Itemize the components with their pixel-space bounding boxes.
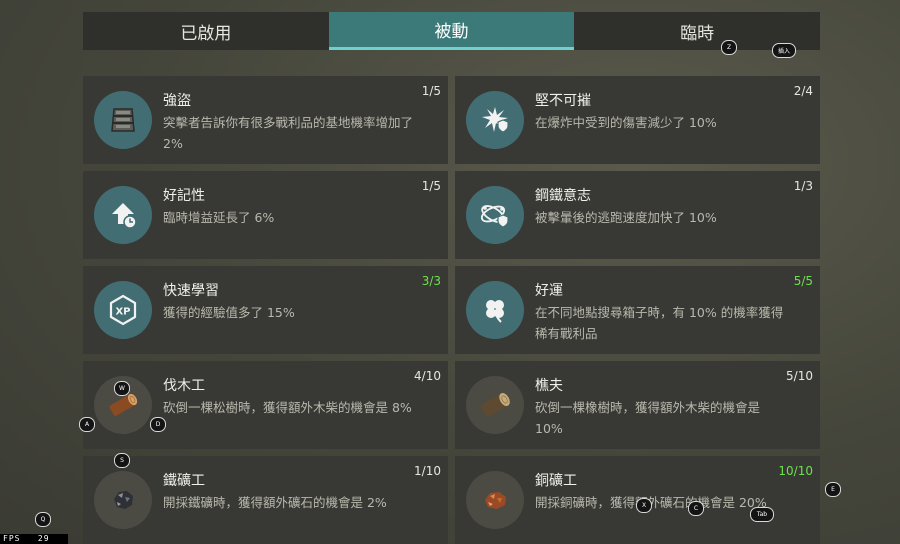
key-hint-z: Z <box>721 40 737 55</box>
key-hint-e: E <box>825 482 841 497</box>
perk-name: 強盜 <box>163 93 191 109</box>
perk-card-good-memory[interactable]: 好記性 臨時增益延長了 6% 1/5 <box>83 171 448 259</box>
perk-description: 獲得的經驗值多了 15% <box>163 305 295 320</box>
key-hint-q: Q <box>35 512 51 527</box>
stunned-shield-icon <box>466 186 524 244</box>
perk-level: 5/5 <box>793 274 813 288</box>
perk-description: 砍倒一棵松樹時，獲得額外木柴的機會是 8% <box>163 400 412 415</box>
explosion-shield-icon <box>466 91 524 149</box>
fps-counter: FPS 29 <box>0 534 68 544</box>
perk-card-iron-miner[interactable]: 鐵礦工 開採鐵礦時，獲得額外礦石的機會是 2% 1/10 <box>83 456 448 544</box>
perk-card-lumberjack[interactable]: 伐木工 砍倒一棵松樹時，獲得額外木柴的機會是 8% 4/10 <box>83 361 448 449</box>
tab-active-perks[interactable]: 已啟用 <box>83 12 329 50</box>
perk-name: 樵夫 <box>535 378 563 394</box>
perk-level: 5/10 <box>786 369 813 383</box>
clover-icon <box>466 281 524 339</box>
perk-name: 好記性 <box>163 188 205 204</box>
perk-card-iron-will[interactable]: 鋼鐵意志 被擊暈後的逃跑速度加快了 10% 1/3 <box>455 171 820 259</box>
perk-level: 1/3 <box>793 179 813 193</box>
storage-crate-icon <box>94 91 152 149</box>
copper-ore-icon <box>466 471 524 529</box>
perk-description: 開採銅礦時，獲得額外礦石的機會是 20% <box>535 495 767 510</box>
perk-level: 3/3 <box>421 274 441 288</box>
perk-description: 臨時增益延長了 6% <box>163 210 275 225</box>
key-hint-a: A <box>79 417 95 432</box>
perk-card-fast-learner[interactable]: XP 快速學習 獲得的經驗值多了 15% 3/3 <box>83 266 448 354</box>
oak-log-icon <box>466 376 524 434</box>
fps-value: 29 <box>37 534 50 543</box>
perk-name: 堅不可摧 <box>535 93 591 109</box>
tab-passive-perks[interactable]: 被動 <box>328 12 575 50</box>
key-hint-c: C <box>688 501 704 516</box>
perk-description: 在不同地點搜尋箱子時，有 10% 的機率獲得稀有戰利品 <box>535 305 784 341</box>
perk-level: 1/10 <box>414 464 441 478</box>
key-hint-insert: 插入 <box>772 43 796 58</box>
perk-tabs: 已啟用 被動 臨時 <box>83 12 820 50</box>
perk-level: 4/10 <box>414 369 441 383</box>
key-hint-w: W <box>114 381 130 396</box>
fps-label: FPS <box>3 534 21 543</box>
perk-name: 鋼鐵意志 <box>535 188 591 204</box>
key-hint-tab: Tab <box>750 507 774 522</box>
perk-card-good-luck[interactable]: 好運 在不同地點搜尋箱子時，有 10% 的機率獲得稀有戰利品 5/5 <box>455 266 820 354</box>
xp-icon: XP <box>94 281 152 339</box>
up-arrow-clock-icon <box>94 186 152 244</box>
key-hint-x: X <box>636 498 652 513</box>
perk-card-indestructible[interactable]: 堅不可摧 在爆炸中受到的傷害減少了 10% 2/4 <box>455 76 820 164</box>
perk-level: 1/5 <box>421 179 441 193</box>
perk-description: 被擊暈後的逃跑速度加快了 10% <box>535 210 717 225</box>
key-hint-d: D <box>150 417 166 432</box>
perk-name: 銅礦工 <box>535 473 577 489</box>
perk-name: 伐木工 <box>163 378 205 394</box>
perk-description: 開採鐵礦時，獲得額外礦石的機會是 2% <box>163 495 387 510</box>
iron-ore-icon <box>94 471 152 529</box>
perk-card-woodcutter[interactable]: 樵夫 砍倒一棵橡樹時，獲得額外木柴的機會是 10% 5/10 <box>455 361 820 449</box>
perk-card-bandit[interactable]: 強盜 突擊者告訴你有很多戰利品的基地機率增加了 2% 1/5 <box>83 76 448 164</box>
perk-level: 2/4 <box>793 84 813 98</box>
perk-description: 突擊者告訴你有很多戰利品的基地機率增加了 2% <box>163 115 414 151</box>
perk-name: 好運 <box>535 283 563 299</box>
perk-description: 砍倒一棵橡樹時，獲得額外木柴的機會是 10% <box>535 400 761 436</box>
perk-name: 鐵礦工 <box>163 473 205 489</box>
perk-name: 快速學習 <box>163 283 219 299</box>
key-hint-s: S <box>114 453 130 468</box>
perk-level: 10/10 <box>778 464 813 478</box>
perk-level: 1/5 <box>421 84 441 98</box>
perk-description: 在爆炸中受到的傷害減少了 10% <box>535 115 717 130</box>
svg-text:XP: XP <box>115 307 130 318</box>
